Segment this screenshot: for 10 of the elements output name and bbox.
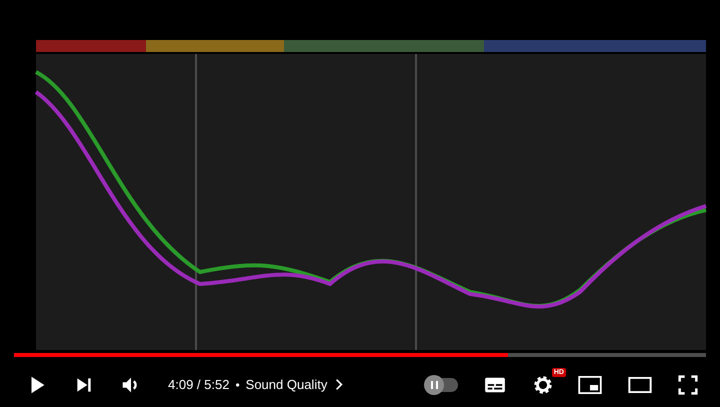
- separator: •: [235, 378, 240, 392]
- chapter-link[interactable]: Sound Quality: [246, 377, 328, 392]
- fullscreen-icon[interactable]: [678, 374, 698, 394]
- time-display: 4:09 / 5:52: [168, 377, 230, 392]
- settings-icon[interactable]: [532, 374, 554, 396]
- chevron-icon[interactable]: [335, 378, 344, 391]
- subtitles-icon[interactable]: [484, 376, 506, 394]
- miniplayer-icon[interactable]: [578, 376, 602, 394]
- autoplay-toggle[interactable]: [426, 378, 458, 392]
- theater-icon[interactable]: [628, 376, 652, 392]
